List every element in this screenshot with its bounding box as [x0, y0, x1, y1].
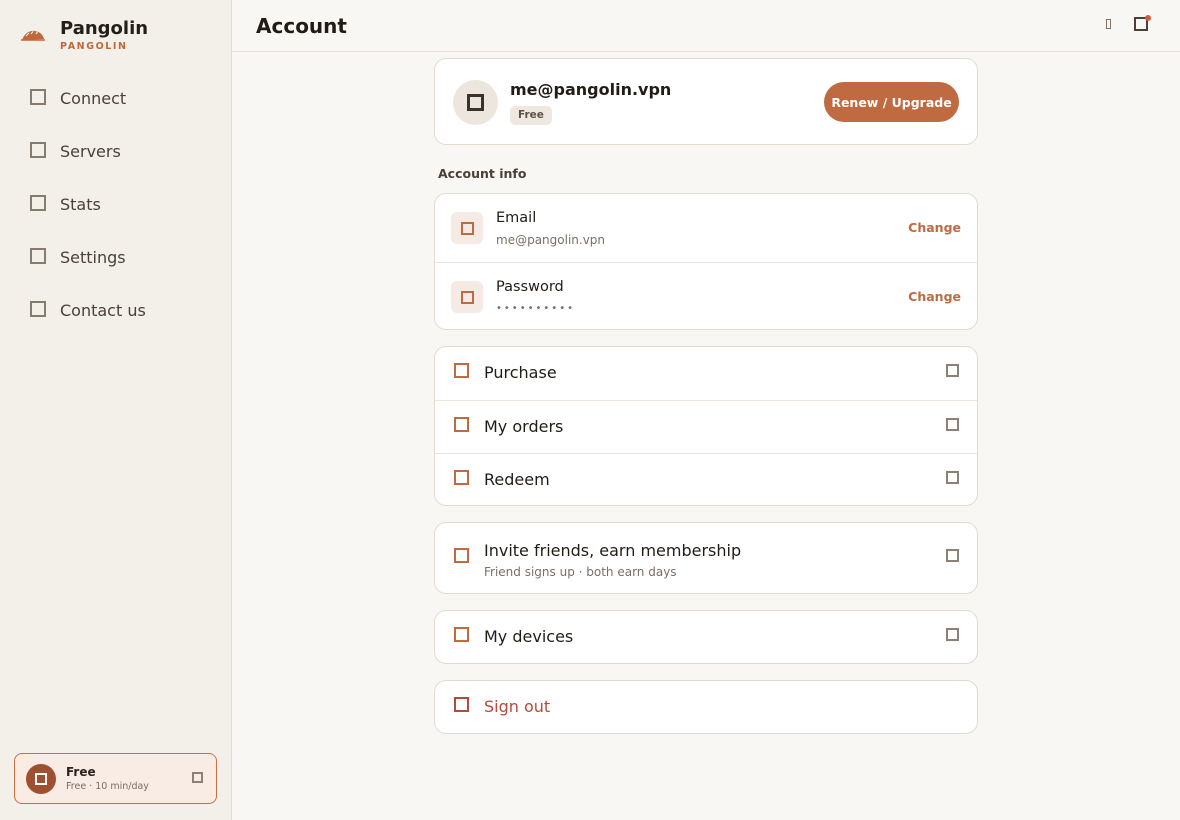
my-devices-row[interactable]: My devices	[435, 611, 977, 663]
brand-subtitle: PANGOLIN	[60, 41, 128, 52]
section-label-account-info: Account info	[438, 166, 527, 181]
devices-icon	[454, 627, 469, 642]
lock-icon	[460, 290, 474, 304]
orders-icon	[454, 417, 469, 432]
password-icon-box	[451, 281, 483, 313]
chevron-right-icon	[946, 549, 959, 562]
page-title: Account	[256, 14, 347, 38]
email-value: me@pangolin.vpn	[496, 233, 606, 247]
signout-card: Sign out	[434, 680, 978, 734]
sidebar-nav: Connect Servers Stats Settings Contact u…	[0, 72, 231, 337]
purchase-icon	[454, 363, 469, 378]
sidebar-item-stats[interactable]: Stats	[0, 178, 231, 231]
redeem-icon	[454, 470, 469, 485]
email-label: Email	[496, 210, 537, 226]
invite-card: Invite friends, earn membership Friend s…	[434, 522, 978, 594]
sign-out-icon	[454, 697, 469, 712]
redeem-row[interactable]: Redeem	[435, 453, 977, 505]
my-devices-label: My devices	[484, 627, 574, 646]
purchase-row[interactable]: Purchase	[435, 347, 977, 400]
my-orders-row[interactable]: My orders	[435, 400, 977, 453]
email-icon-box	[451, 212, 483, 244]
password-row: Password •••••••••• Change	[435, 262, 977, 329]
redeem-label: Redeem	[484, 470, 550, 489]
email-icon	[460, 221, 474, 235]
sidebar-item-settings[interactable]: Settings	[0, 231, 231, 284]
renew-upgrade-button[interactable]: Renew / Upgrade	[824, 82, 959, 122]
chevron-right-icon	[946, 628, 959, 641]
stats-icon	[30, 194, 46, 211]
topbar: Account	[232, 0, 1180, 52]
my-orders-label: My orders	[484, 417, 564, 436]
email-row: Email me@pangolin.vpn Change	[435, 194, 977, 262]
plan-card[interactable]: Free Free · 10 min/day	[14, 753, 217, 804]
connect-icon	[30, 88, 46, 105]
user-icon	[467, 94, 484, 111]
tier-badge: Free	[510, 106, 552, 125]
avatar	[453, 80, 498, 125]
pangolin-logo-icon	[21, 30, 45, 41]
sidebar: Pangolin PANGOLIN Connect Servers Stats …	[0, 0, 232, 820]
chevron-right-icon	[946, 471, 959, 484]
plan-subtitle: Free · 10 min/day	[66, 780, 149, 792]
password-label: Password	[496, 279, 564, 295]
sidebar-item-label: Connect	[60, 89, 127, 108]
brand: Pangolin PANGOLIN	[20, 18, 148, 54]
window-icon[interactable]	[1106, 19, 1111, 29]
sign-out-label: Sign out	[484, 697, 551, 716]
sidebar-item-label: Servers	[60, 142, 121, 161]
sidebar-item-label: Contact us	[60, 301, 146, 320]
invite-subtitle: Friend signs up · both earn days	[484, 565, 677, 579]
servers-icon	[30, 141, 46, 158]
notification-dot	[1145, 15, 1151, 21]
actions-card: Purchase My orders Redeem	[434, 346, 978, 506]
plan-avatar	[26, 763, 56, 794]
invite-icon	[454, 548, 469, 563]
sidebar-item-contact-us[interactable]: Contact us	[0, 284, 231, 337]
sign-out-row[interactable]: Sign out	[435, 681, 977, 733]
contact-icon	[30, 300, 46, 317]
plan-title: Free	[66, 764, 96, 779]
invite-row[interactable]: Invite friends, earn membership Friend s…	[435, 523, 977, 593]
brand-name: Pangolin	[60, 18, 149, 39]
chevron-right-icon	[946, 418, 959, 431]
settings-icon	[30, 247, 46, 264]
sidebar-item-label: Stats	[60, 195, 101, 214]
invite-title: Invite friends, earn membership	[484, 541, 742, 560]
plan-icon	[35, 772, 47, 785]
purchase-label: Purchase	[484, 363, 557, 382]
password-value: ••••••••••	[496, 303, 575, 314]
profile-card: me@pangolin.vpn Free Renew / Upgrade	[434, 58, 978, 145]
sidebar-item-label: Settings	[60, 248, 126, 267]
sidebar-item-servers[interactable]: Servers	[0, 125, 231, 178]
devices-card: My devices	[434, 610, 978, 664]
change-password-link[interactable]: Change	[908, 289, 961, 304]
chevron-right-icon	[946, 364, 959, 377]
account-info-card: Email me@pangolin.vpn Change Password ••…	[434, 193, 978, 330]
change-email-link[interactable]: Change	[908, 220, 961, 235]
sidebar-item-connect[interactable]: Connect	[0, 72, 231, 125]
profile-email: me@pangolin.vpn	[510, 80, 672, 99]
chevron-right-icon	[192, 772, 203, 783]
